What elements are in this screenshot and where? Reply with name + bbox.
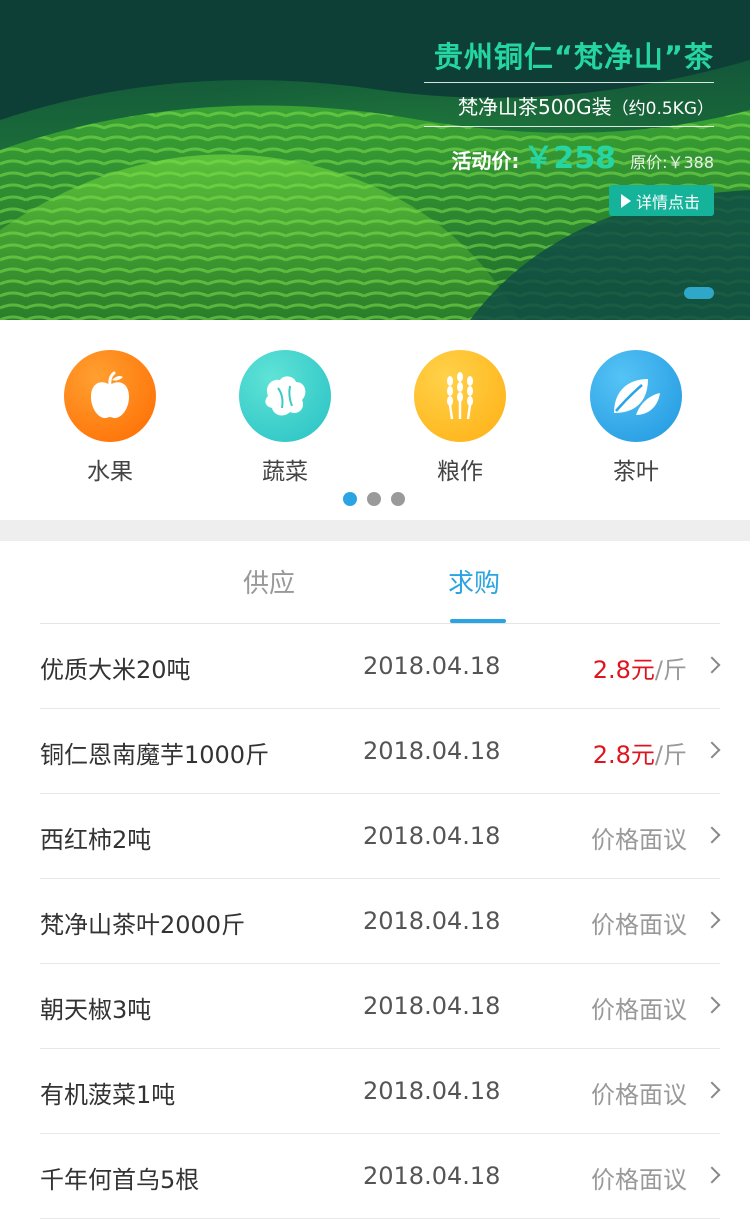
item-name: 梵净山茶叶2000斤 bbox=[40, 911, 246, 939]
chevron-right-icon bbox=[703, 911, 721, 929]
item-price: 价格面议 bbox=[591, 905, 687, 940]
item-price: 2.8元/斤 bbox=[593, 735, 687, 770]
price-negotiable: 价格面议 bbox=[591, 996, 687, 1024]
price-negotiable: 价格面议 bbox=[591, 826, 687, 854]
chevron-right-icon bbox=[703, 826, 721, 844]
item-date: 2018.04.18 bbox=[363, 1162, 501, 1190]
demand-list: 优质大米20吨 2018.04.18 2.8元/斤 铜仁恩南魔芋1000斤 20… bbox=[40, 624, 721, 1219]
chevron-right-icon bbox=[703, 656, 721, 674]
promo-price: ￥258 bbox=[523, 141, 617, 176]
chevron-right-icon bbox=[703, 1166, 721, 1184]
price-unit: /斤 bbox=[654, 741, 687, 769]
pager-dot[interactable] bbox=[391, 492, 405, 506]
price-unit: /斤 bbox=[654, 656, 687, 684]
tea-leaf-icon bbox=[590, 350, 682, 442]
item-date: 2018.04.18 bbox=[363, 822, 501, 850]
item-name: 千年何首乌5根 bbox=[40, 1166, 200, 1194]
item-name: 西红柿2吨 bbox=[40, 826, 152, 854]
item-date: 2018.04.18 bbox=[363, 1077, 501, 1105]
list-item[interactable]: 铜仁恩南魔芋1000斤 2018.04.18 2.8元/斤 bbox=[40, 709, 721, 794]
item-price: 2.8元/斤 bbox=[593, 650, 687, 685]
active-tab-indicator bbox=[450, 619, 506, 623]
price-label: 活动价: bbox=[451, 149, 520, 173]
item-name: 铜仁恩南魔芋1000斤 bbox=[40, 741, 270, 769]
banner-page-indicator bbox=[684, 287, 714, 299]
apple-icon bbox=[64, 350, 156, 442]
list-item[interactable]: 有机菠菜1吨 2018.04.18 价格面议 bbox=[40, 1049, 721, 1134]
category-fruit[interactable]: 水果 bbox=[60, 350, 160, 486]
list-item[interactable]: 优质大米20吨 2018.04.18 2.8元/斤 bbox=[40, 624, 721, 709]
tab-bar: 供应 求购 bbox=[40, 541, 720, 624]
wheat-icon bbox=[414, 350, 506, 442]
tab-demand[interactable]: 求购 bbox=[448, 563, 500, 600]
item-name: 有机菠菜1吨 bbox=[40, 1081, 176, 1109]
original-price: 原价:￥388 bbox=[630, 153, 714, 172]
price-negotiable: 价格面议 bbox=[591, 1166, 687, 1194]
price-value: 2.8元 bbox=[592, 741, 655, 769]
price-negotiable: 价格面议 bbox=[591, 1081, 687, 1109]
list-item[interactable]: 千年何首乌5根 2018.04.18 价格面议 bbox=[40, 1134, 721, 1219]
item-price: 价格面议 bbox=[591, 990, 687, 1025]
chevron-right-icon bbox=[703, 1081, 721, 1099]
price-negotiable: 价格面议 bbox=[591, 911, 687, 939]
list-item[interactable]: 西红柿2吨 2018.04.18 价格面议 bbox=[40, 794, 721, 879]
item-date: 2018.04.18 bbox=[363, 907, 501, 935]
category-grain[interactable]: 粮作 bbox=[410, 350, 510, 486]
play-icon bbox=[620, 193, 631, 208]
promo-info: 贵州铜仁“梵净山”茶 梵净山茶500G装（约0.5KG） 活动价: ￥258 原… bbox=[424, 34, 714, 216]
price-value: 2.8元 bbox=[592, 656, 655, 684]
item-date: 2018.04.18 bbox=[363, 737, 501, 765]
item-price: 价格面议 bbox=[591, 1075, 687, 1110]
category-bar: 水果 蔬菜 粮作 茶叶 bbox=[0, 320, 750, 520]
tab-supply[interactable]: 供应 bbox=[243, 563, 295, 600]
list-item[interactable]: 梵净山茶叶2000斤 2018.04.18 价格面议 bbox=[40, 879, 721, 964]
category-vegetable[interactable]: 蔬菜 bbox=[235, 350, 335, 486]
promo-product: 梵净山茶500G装 bbox=[457, 95, 612, 119]
category-pager bbox=[343, 492, 415, 506]
item-name: 优质大米20吨 bbox=[40, 656, 191, 684]
promo-subtitle: 梵净山茶500G装（约0.5KG） bbox=[424, 83, 714, 127]
category-tea[interactable]: 茶叶 bbox=[586, 350, 686, 486]
chevron-right-icon bbox=[703, 996, 721, 1014]
pager-dot-active[interactable] bbox=[343, 492, 357, 506]
category-label: 粮作 bbox=[437, 459, 483, 485]
chevron-right-icon bbox=[703, 741, 721, 759]
item-date: 2018.04.18 bbox=[363, 652, 501, 680]
promo-banner[interactable]: 贵州铜仁“梵净山”茶 梵净山茶500G装（约0.5KG） 活动价: ￥258 原… bbox=[0, 0, 750, 320]
cabbage-icon bbox=[239, 350, 331, 442]
detail-button-label: 详情点击 bbox=[635, 192, 700, 212]
promo-price-line: 活动价: ￥258 原价:￥388 bbox=[424, 133, 714, 177]
item-price: 价格面议 bbox=[591, 820, 687, 855]
item-date: 2018.04.18 bbox=[363, 992, 501, 1020]
category-label: 茶叶 bbox=[613, 459, 659, 485]
item-price: 价格面议 bbox=[591, 1160, 687, 1195]
category-label: 水果 bbox=[87, 459, 133, 485]
category-label: 蔬菜 bbox=[262, 459, 308, 485]
promo-weight: （约0.5KG） bbox=[611, 99, 714, 119]
item-name: 朝天椒3吨 bbox=[40, 996, 152, 1024]
promo-title: 贵州铜仁“梵净山”茶 bbox=[424, 34, 714, 83]
detail-button[interactable]: 详情点击 bbox=[608, 185, 714, 216]
pager-dot[interactable] bbox=[367, 492, 381, 506]
list-item[interactable]: 朝天椒3吨 2018.04.18 价格面议 bbox=[40, 964, 721, 1049]
section-divider bbox=[0, 520, 750, 541]
